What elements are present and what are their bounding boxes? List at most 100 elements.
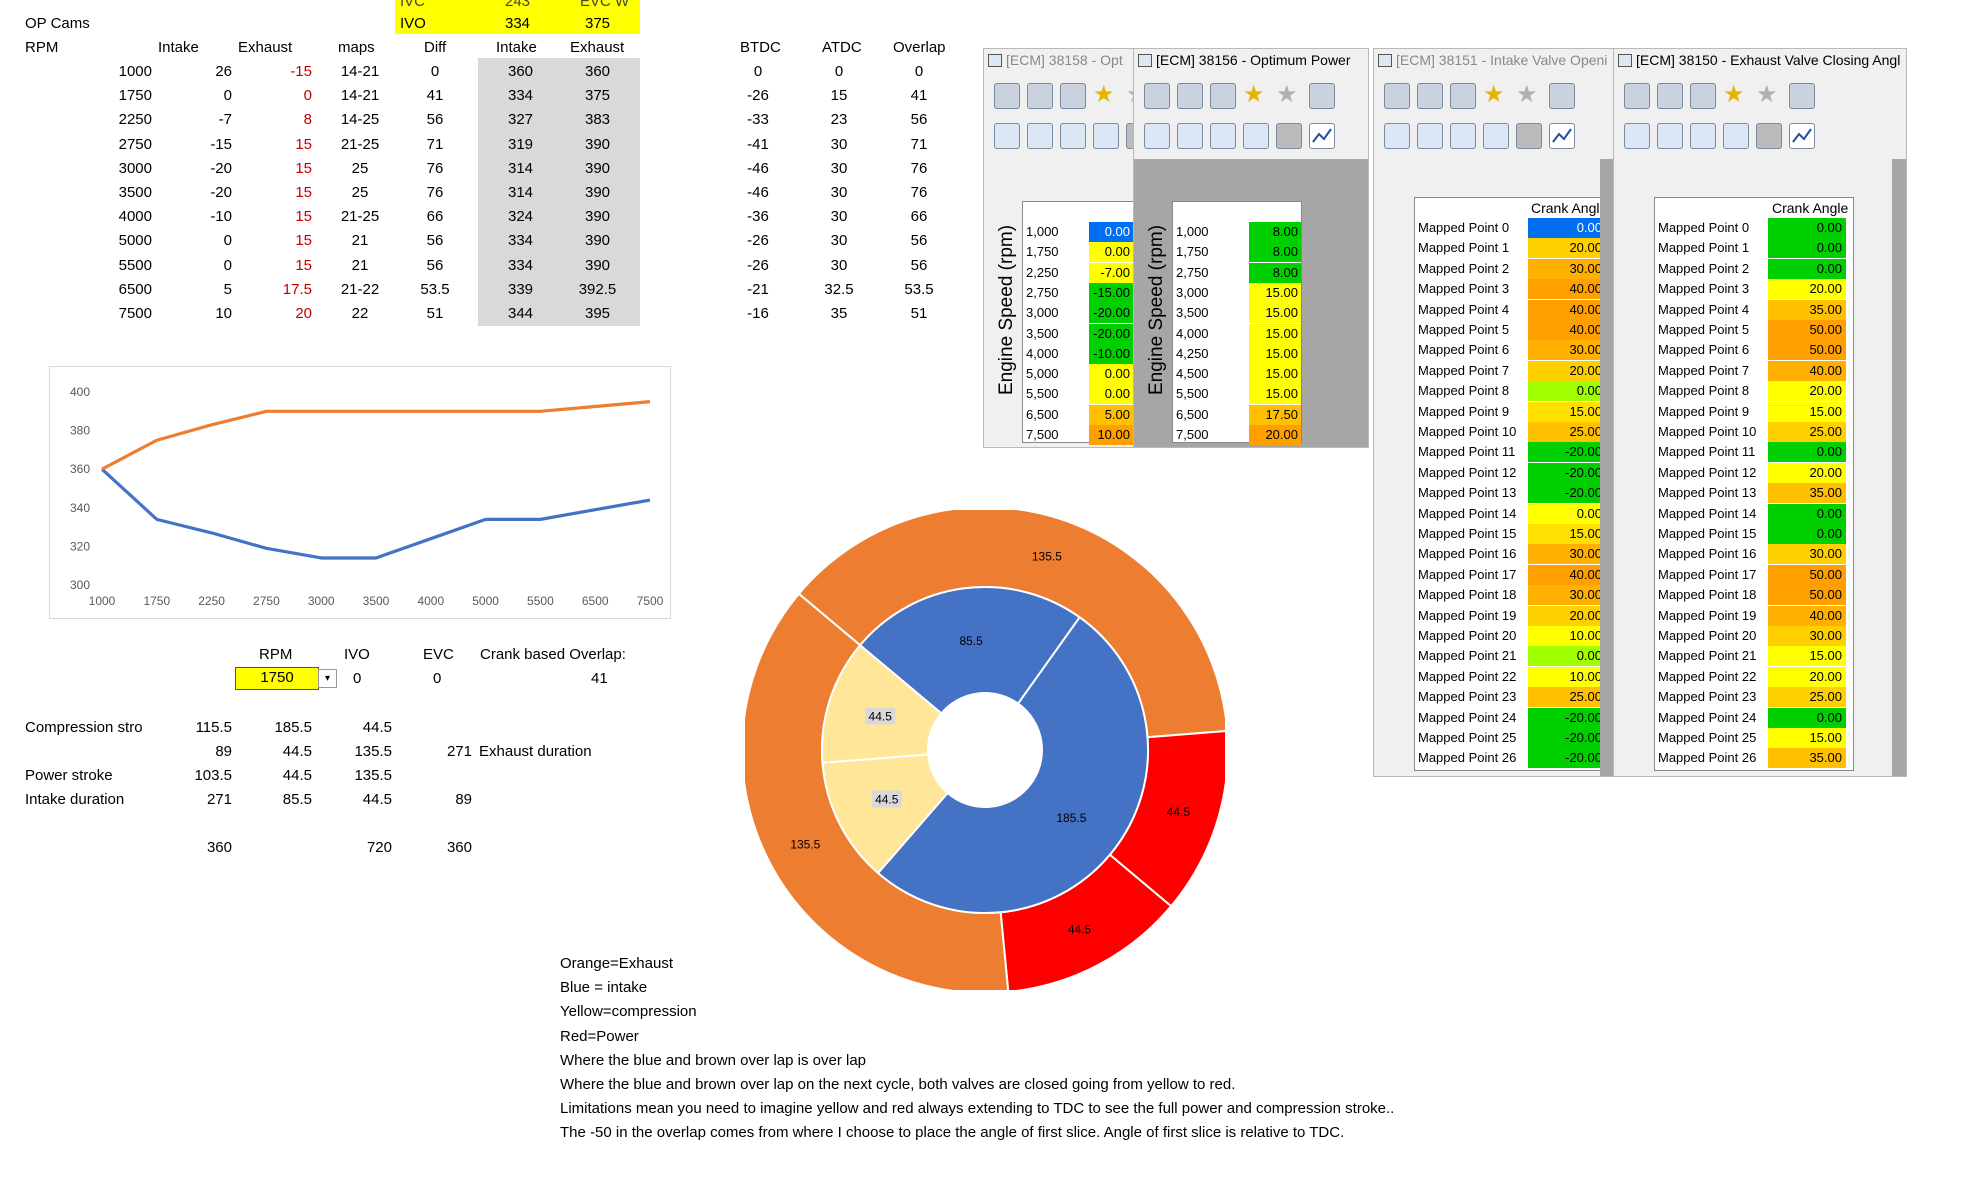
cell-value[interactable]: 0.00 — [1528, 646, 1606, 667]
table-row[interactable]: Mapped Point 21 0.00 — [1415, 646, 1608, 667]
table-row[interactable]: 1,000 8.00 — [1173, 222, 1301, 242]
table-row[interactable]: 5,000 0.00 — [1023, 364, 1133, 385]
table-row[interactable]: Mapped Point 20 30.00 — [1655, 626, 1853, 646]
table-row[interactable]: Mapped Point 17 40.00 — [1415, 564, 1608, 585]
cell-value[interactable]: 0.00 — [1089, 364, 1133, 385]
cell-value[interactable]: 40.00 — [1528, 564, 1606, 585]
table-row[interactable]: Mapped Point 8 20.00 — [1655, 381, 1853, 402]
cell-value[interactable]: 15.00 — [1249, 303, 1301, 324]
split-h-icon[interactable] — [1657, 123, 1683, 149]
cell-value[interactable]: 30.00 — [1768, 544, 1846, 565]
table-row[interactable]: 2,750 8.00 — [1173, 262, 1301, 283]
open-icon[interactable] — [1144, 83, 1170, 109]
cell-value[interactable]: 0.00 — [1528, 503, 1606, 524]
star-outline-icon[interactable]: ★ — [1516, 83, 1540, 107]
star-icon[interactable]: ★ — [1093, 83, 1117, 107]
table-icon[interactable] — [1093, 123, 1119, 149]
table-row[interactable]: 4,000 15.00 — [1173, 323, 1301, 344]
cell-value[interactable]: -20.00 — [1528, 442, 1606, 463]
table-row[interactable]: Mapped Point 1 0.00 — [1655, 238, 1853, 259]
cell-value[interactable]: 8.00 — [1249, 242, 1301, 263]
cell-value[interactable]: 10.00 — [1089, 425, 1133, 445]
cell-value[interactable]: 20.00 — [1768, 666, 1846, 687]
star-icon[interactable]: ★ — [1243, 83, 1267, 107]
save-icon[interactable] — [1177, 83, 1203, 109]
table-row[interactable]: Mapped Point 10 25.00 — [1655, 422, 1853, 442]
cell-value[interactable]: 40.00 — [1528, 320, 1606, 340]
table-row[interactable]: Mapped Point 19 20.00 — [1415, 605, 1608, 626]
table-row[interactable]: Mapped Point 5 40.00 — [1415, 320, 1608, 340]
save-icon[interactable] — [1027, 83, 1053, 109]
split-h-icon[interactable] — [1027, 123, 1053, 149]
ecm-window[interactable]: [ECM] 38151 - Intake Valve Openi ★ ★ Crank … — [1373, 48, 1615, 777]
table-row[interactable]: Mapped Point 26 -20.00 — [1415, 748, 1608, 769]
table-row[interactable]: Mapped Point 21 15.00 — [1655, 646, 1853, 667]
table-row[interactable]: Mapped Point 18 30.00 — [1415, 585, 1608, 606]
table-row[interactable]: Mapped Point 25 15.00 — [1655, 728, 1853, 748]
table-row[interactable]: Mapped Point 12 20.00 — [1655, 462, 1853, 483]
table-row[interactable]: Mapped Point 4 35.00 — [1655, 299, 1853, 320]
table-row[interactable]: 1,000 0.00 — [1023, 222, 1133, 242]
cell-value[interactable]: 5.00 — [1089, 404, 1133, 425]
cell-value[interactable]: 30.00 — [1528, 258, 1606, 279]
table-row[interactable]: Mapped Point 9 15.00 — [1655, 401, 1853, 422]
cell-value[interactable]: 15.00 — [1249, 282, 1301, 303]
table-row[interactable]: Mapped Point 0 0.00 — [1655, 218, 1853, 238]
grid-icon[interactable] — [1789, 83, 1815, 109]
cell-value[interactable]: 40.00 — [1768, 360, 1846, 381]
table-row[interactable]: Mapped Point 5 50.00 — [1655, 320, 1853, 340]
window-title[interactable]: [ECM] 38156 - Optimum Power — [1134, 49, 1368, 71]
table-row[interactable]: 1,750 0.00 — [1023, 242, 1133, 263]
marker-icon[interactable] — [1516, 123, 1542, 149]
cell-value[interactable]: -7.00 — [1089, 262, 1133, 283]
split-h-icon[interactable] — [1417, 123, 1443, 149]
cell-value[interactable]: 50.00 — [1768, 564, 1846, 585]
print-icon[interactable] — [1450, 83, 1476, 109]
rpm-select[interactable]: 1750 — [235, 667, 319, 690]
table-row[interactable]: Mapped Point 22 20.00 — [1655, 666, 1853, 687]
layout-icon[interactable] — [1384, 123, 1410, 149]
table-row[interactable]: Mapped Point 6 50.00 — [1655, 340, 1853, 361]
cell-value[interactable]: 25.00 — [1528, 687, 1606, 708]
split-v-icon[interactable] — [1210, 123, 1236, 149]
table-row[interactable]: Mapped Point 19 40.00 — [1655, 605, 1853, 626]
table-row[interactable]: 7,500 10.00 — [1023, 425, 1133, 445]
table-row[interactable]: Mapped Point 13 35.00 — [1655, 483, 1853, 504]
table-row[interactable]: Mapped Point 10 25.00 — [1415, 422, 1608, 442]
table-row[interactable]: 3,500 -20.00 — [1023, 323, 1133, 344]
chart-icon[interactable] — [1549, 123, 1575, 149]
grid-icon[interactable] — [1309, 83, 1335, 109]
star-icon[interactable]: ★ — [1723, 83, 1747, 107]
window-title[interactable]: [ECM] 38150 - Exhaust Valve Closing Angl — [1614, 49, 1906, 71]
cell-value[interactable]: 0.00 — [1768, 238, 1846, 259]
table-icon[interactable] — [1483, 123, 1509, 149]
cell-value[interactable]: 15.00 — [1249, 384, 1301, 405]
cell-value[interactable]: 0.00 — [1089, 384, 1133, 405]
cell-value[interactable]: 20.00 — [1528, 360, 1606, 381]
cell-value[interactable]: 8.00 — [1249, 262, 1301, 283]
save-icon[interactable] — [1417, 83, 1443, 109]
scrollbar[interactable] — [1892, 159, 1906, 776]
table-row[interactable]: Mapped Point 9 15.00 — [1415, 401, 1608, 422]
cell-value[interactable]: 15.00 — [1528, 524, 1606, 544]
split-h-icon[interactable] — [1177, 123, 1203, 149]
chart-icon[interactable] — [1789, 123, 1815, 149]
cell-value[interactable]: 35.00 — [1768, 748, 1846, 769]
cell-value[interactable]: -20.00 — [1528, 462, 1606, 483]
table-row[interactable]: 7,500 20.00 — [1173, 425, 1301, 445]
table-row[interactable]: Mapped Point 22 10.00 — [1415, 666, 1608, 687]
ecm-window[interactable]: [ECM] 38158 - Opt★★Engine Speed (rpm)1,0… — [983, 48, 1135, 448]
cell-value[interactable]: 10.00 — [1528, 666, 1606, 687]
table-row[interactable]: Mapped Point 6 30.00 — [1415, 340, 1608, 361]
table-row[interactable]: Mapped Point 24 -20.00 — [1415, 707, 1608, 728]
cell-value[interactable]: -15.00 — [1089, 282, 1133, 303]
table-icon[interactable] — [1243, 123, 1269, 149]
open-icon[interactable] — [994, 83, 1020, 109]
cell-value[interactable]: 15.00 — [1768, 728, 1846, 748]
cell-value[interactable]: 35.00 — [1768, 299, 1846, 320]
cell-value[interactable]: 25.00 — [1528, 422, 1606, 442]
cell-value[interactable]: -20.00 — [1089, 323, 1133, 344]
table-icon[interactable] — [1723, 123, 1749, 149]
print-icon[interactable] — [1060, 83, 1086, 109]
layout-icon[interactable] — [994, 123, 1020, 149]
